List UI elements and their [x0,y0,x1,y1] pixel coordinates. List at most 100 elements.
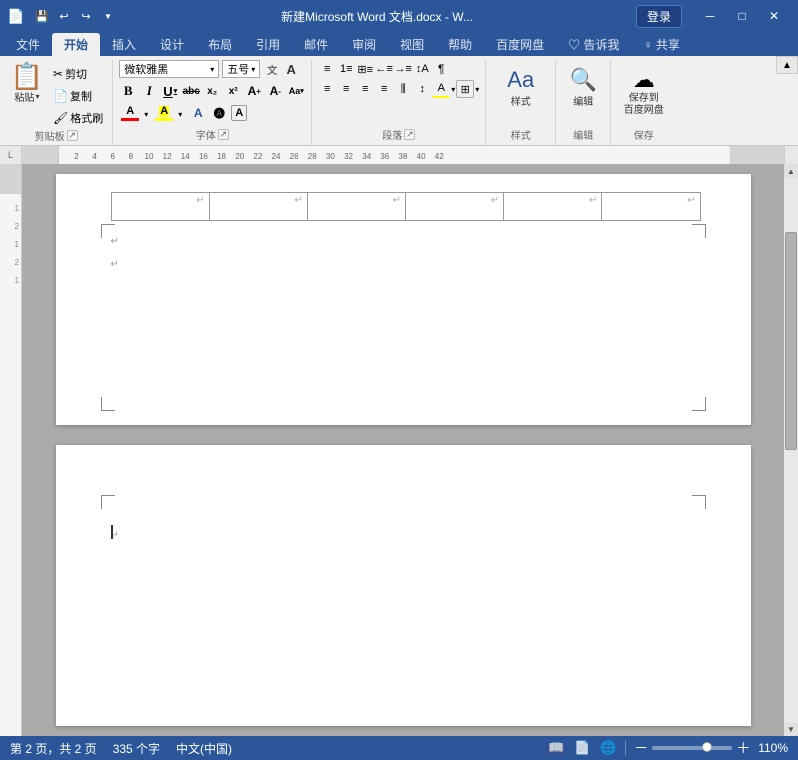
table-row [111,193,700,221]
ruler-left-side[interactable]: L [0,146,22,164]
editing-button[interactable]: 🔍 编辑 [565,64,601,111]
undo-button[interactable]: ↩ [54,6,74,26]
right-scrollbar[interactable]: ▲ ▼ [784,164,798,736]
format-painter-button[interactable]: 🖌 格式刷 [50,108,106,128]
zoom-minus[interactable]: － [634,738,648,758]
styles-button[interactable]: Aa 样式 [503,64,539,111]
tab-help[interactable]: 帮助 [436,33,484,56]
font-color-dropdown[interactable]: ▾ [144,110,148,119]
tab-baidu[interactable]: 百度网盘 [484,33,556,56]
scroll-down-button[interactable]: ▼ [784,722,798,736]
line-spacing-button[interactable]: ↕ [413,80,431,98]
tab-insert[interactable]: 插入 [100,33,148,56]
sort-button[interactable]: ↕A [413,60,431,78]
bullets-button[interactable]: ≡ [318,60,336,78]
char-border-button[interactable]: A [231,105,247,121]
zoom-slider[interactable]: － ＋ [634,738,750,758]
minimize-button[interactable]: ─ [694,0,726,32]
close-button[interactable]: ✕ [758,0,790,32]
border-button[interactable]: ⊞ [456,80,474,98]
login-button[interactable]: 登录 [636,5,682,28]
table-cell[interactable] [504,193,602,221]
font-name-dropdown[interactable]: 微软雅黑 ▾ [119,60,219,78]
tab-share[interactable]: ♀ 共享 [632,33,692,56]
italic-button[interactable]: I [140,82,158,100]
superscript-button[interactable]: x² [224,82,242,100]
text-effects-button[interactable]: A [189,104,207,122]
tab-home[interactable]: 开始 [52,33,100,56]
border-dropdown[interactable]: ▾ [475,85,479,94]
underline-button[interactable]: U▾ [161,82,179,100]
shading-button[interactable]: A [432,80,450,98]
tab-file[interactable]: 文件 [4,33,52,56]
align-center-button[interactable]: ≡ [337,80,355,98]
font-shrink-button[interactable]: A- [266,82,284,100]
redo-button[interactable]: ↪ [76,6,96,26]
web-view-icon[interactable]: 🌐 [599,740,617,756]
zoom-track[interactable] [652,746,732,750]
decrease-indent-button[interactable]: ←≡ [375,60,393,78]
save-qat-button[interactable]: 💾 [32,6,52,26]
ribbon: 📋 粘贴 ▾ ✂ 剪切 📄 复制 🖌 [0,56,798,146]
subscript-button[interactable]: x₂ [203,82,221,100]
table-cell[interactable] [111,193,209,221]
char-shading-button[interactable]: 🅐 [210,104,228,122]
columns-button[interactable]: ⫼ [394,80,412,98]
tab-mailings[interactable]: 邮件 [292,33,340,56]
font-color-letter: A [126,106,134,117]
scroll-thumb[interactable] [785,232,797,450]
document-page-2[interactable]: ↵ [56,445,751,726]
scroll-up-button[interactable]: ▲ [784,164,798,178]
case-button[interactable]: Aa▾ [287,82,305,100]
tab-review[interactable]: 审阅 [340,33,388,56]
numbering-button[interactable]: 1≡ [337,60,355,78]
tab-layout[interactable]: 布局 [196,33,244,56]
svg-text:2: 2 [74,152,79,161]
font-color-button[interactable]: A [119,106,141,121]
clear-format-button[interactable]: A [282,60,300,78]
document-scroll[interactable]: ↵ ↵ ↵ [22,164,784,736]
shading-dropdown[interactable]: ▾ [451,85,455,94]
cut-button[interactable]: ✂ 剪切 [50,64,106,84]
font-grow-button[interactable]: A+ [245,82,263,100]
zoom-plus[interactable]: ＋ [736,738,750,758]
wen-button[interactable]: 文 [263,60,281,78]
ribbon-collapse-button[interactable]: ▲ [776,56,798,74]
baidu-save-button[interactable]: ☁ 保存到百度网盘 [620,64,668,120]
maximize-button[interactable]: □ [726,0,758,32]
table-cell[interactable] [209,193,307,221]
table-cell[interactable] [405,193,503,221]
zoom-thumb[interactable] [702,742,712,752]
highlight-dropdown[interactable]: ▾ [178,110,182,119]
copy-button[interactable]: 📄 复制 [50,86,106,106]
font-size-dropdown[interactable]: 五号 ▾ [222,60,260,78]
print-view-icon[interactable]: 📄 [573,740,591,756]
align-left-button[interactable]: ≡ [318,80,336,98]
highlight-button[interactable]: A [153,106,175,121]
table-cell[interactable] [602,193,700,221]
align-right-button[interactable]: ≡ [356,80,374,98]
clipboard-expand-button[interactable]: ↗ [67,130,78,141]
tab-view[interactable]: 视图 [388,33,436,56]
customize-qat-button[interactable]: ▼ [98,6,118,26]
strikethrough-button[interactable]: abc [182,82,200,100]
scroll-track[interactable] [784,178,798,722]
title-bar: 📄 💾 ↩ ↪ ▼ 新建Microsoft Word 文档.docx - W..… [0,0,798,32]
paragraph-expand-button[interactable]: ↗ [404,129,415,140]
ruler-svg: 2 4 6 8 10 12 14 16 18 20 22 24 26 28 30… [22,146,784,164]
read-view-icon[interactable]: 📖 [547,740,565,756]
paste-button[interactable]: 📋 粘贴 ▾ [6,60,48,107]
font-expand-button[interactable]: ↗ [218,129,229,140]
tab-design[interactable]: 设计 [148,33,196,56]
show-marks-button[interactable]: ¶ [432,60,450,78]
bold-button[interactable]: B [119,82,137,100]
title-text: 新建Microsoft Word 文档.docx - W... [118,8,636,25]
margin-corner-bl [101,397,115,411]
justify-button[interactable]: ≡ [375,80,393,98]
table-cell[interactable] [307,193,405,221]
status-bar: 第 2 页，共 2 页 335 个字 中文(中国) 📖 📄 🌐 － ＋ 110% [0,736,798,760]
tab-tell-me[interactable]: ♡ 告诉我 [556,33,631,56]
multilevel-button[interactable]: ⊞≡ [356,60,374,78]
tab-references[interactable]: 引用 [244,33,292,56]
increase-indent-button[interactable]: →≡ [394,60,412,78]
